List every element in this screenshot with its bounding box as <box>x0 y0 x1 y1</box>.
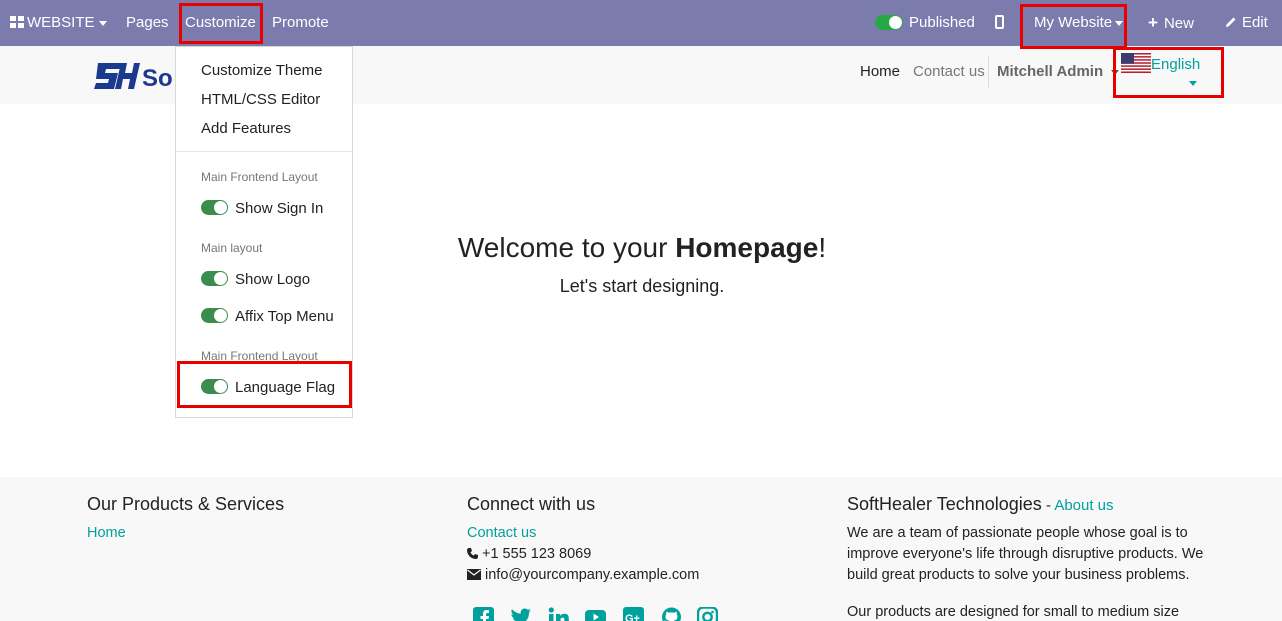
toggle-language-flag[interactable]: Language Flag <box>201 379 335 396</box>
customize-menu[interactable]: Customize <box>185 0 256 46</box>
about-us-link[interactable]: About us <box>1054 497 1113 514</box>
pages-menu[interactable]: Pages <box>126 0 169 46</box>
plus-icon: + <box>1148 13 1158 32</box>
svg-text:G+: G+ <box>625 613 640 621</box>
logo-text: So <box>142 65 173 91</box>
footer-products-title: Our Products & Services <box>87 494 285 514</box>
chevron-down-icon <box>1111 69 1120 75</box>
footer-phone: +1 555 123 8069 <box>467 546 591 562</box>
my-website-label: My Website <box>1034 14 1113 31</box>
email-address: info@yourcompany.example.com <box>485 567 700 583</box>
pencil-icon <box>1226 17 1236 27</box>
toggle-switch-icon <box>201 200 228 215</box>
twitter-icon[interactable] <box>510 607 531 621</box>
linkedin-icon[interactable] <box>548 607 569 621</box>
toggle-switch-icon <box>201 308 228 323</box>
language-selector[interactable]: English <box>1151 56 1200 73</box>
youtube-icon[interactable] <box>585 607 606 621</box>
admin-top-bar: WEBSITE Pages Customize Promote Publishe… <box>0 0 1282 46</box>
my-website-menu[interactable]: My Website <box>1034 0 1124 46</box>
new-button[interactable]: + New <box>1148 0 1194 46</box>
toggle-affix-top-menu[interactable]: Affix Top Menu <box>201 308 334 325</box>
title-dash: - <box>1041 497 1055 514</box>
menu-item-html-css-editor[interactable]: HTML/CSS Editor <box>201 91 320 108</box>
chevron-down-icon[interactable] <box>1189 81 1197 86</box>
published-toggle[interactable]: Published <box>875 0 975 46</box>
menu-divider <box>176 151 352 152</box>
mobile-preview-button[interactable] <box>995 0 1004 46</box>
toggle-show-logo[interactable]: Show Logo <box>201 271 310 288</box>
apps-grid-icon <box>10 16 24 28</box>
toggle-switch-icon <box>875 15 903 30</box>
company-description: We are a team of passionate people whose… <box>847 525 1204 583</box>
published-label: Published <box>909 14 975 31</box>
site-footer: Our Products & Services Home Connect wit… <box>0 477 1282 621</box>
envelope-icon <box>467 569 481 580</box>
user-menu[interactable]: Mitchell Admin <box>997 46 1120 98</box>
company-products-text: Our products are designed for small to m… <box>847 604 1180 620</box>
toggle-show-sign-in[interactable]: Show Sign In <box>201 200 323 217</box>
website-menu-label: WEBSITE <box>27 14 95 31</box>
instagram-icon[interactable] <box>697 607 718 621</box>
footer-connect-title: Connect with us <box>467 494 596 514</box>
promote-menu[interactable]: Promote <box>272 0 329 46</box>
chevron-down-icon <box>98 20 107 26</box>
phone-icon <box>467 548 478 559</box>
website-menu[interactable]: WEBSITE <box>10 0 107 46</box>
footer-contact-link[interactable]: Contact us <box>467 525 536 541</box>
facebook-icon[interactable] <box>473 607 494 621</box>
edit-label: Edit <box>1242 14 1268 31</box>
nav-divider <box>988 56 989 88</box>
github-icon[interactable] <box>661 607 682 621</box>
toggle-label: Affix Top Menu <box>235 308 334 325</box>
footer-company-title: SoftHealer Technologies - About us <box>847 494 1114 515</box>
menu-item-customize-theme[interactable]: Customize Theme <box>201 62 322 79</box>
section-header-main-frontend-layout: Main Frontend Layout <box>201 170 318 184</box>
new-label: New <box>1163 15 1194 32</box>
toggle-label: Language Flag <box>235 379 336 396</box>
toggle-switch-icon <box>201 379 228 394</box>
section-header-main-layout: Main layout <box>201 241 263 255</box>
phone-number: +1 555 123 8069 <box>482 546 592 562</box>
footer-email: info@yourcompany.example.com <box>467 567 699 583</box>
us-flag-icon <box>1121 53 1151 73</box>
footer-home-link[interactable]: Home <box>87 525 126 541</box>
toggle-switch-icon <box>201 271 228 286</box>
company-name: SoftHealer Technologies <box>847 494 1042 514</box>
nav-contact-us[interactable]: Contact us <box>913 46 985 98</box>
nav-home[interactable]: Home <box>860 46 900 98</box>
chevron-down-icon <box>1115 20 1124 26</box>
toggle-label: Show Logo <box>235 271 311 288</box>
welcome-prefix: Welcome to your <box>457 232 676 263</box>
welcome-suffix: ! <box>818 232 827 263</box>
menu-item-add-features[interactable]: Add Features <box>201 120 291 137</box>
toggle-label: Show Sign In <box>235 200 324 217</box>
google-plus-icon[interactable]: G+ <box>623 607 644 621</box>
mobile-phone-icon <box>995 15 1004 29</box>
edit-button[interactable]: Edit <box>1225 0 1268 46</box>
company-logo: So <box>94 63 173 91</box>
customize-dropdown: Customize Theme HTML/CSS Editor Add Feat… <box>175 46 353 418</box>
section-header-main-frontend-layout-2: Main Frontend Layout <box>201 349 318 363</box>
welcome-bold: Homepage <box>675 232 819 263</box>
user-name: Mitchell Admin <box>997 63 1104 80</box>
